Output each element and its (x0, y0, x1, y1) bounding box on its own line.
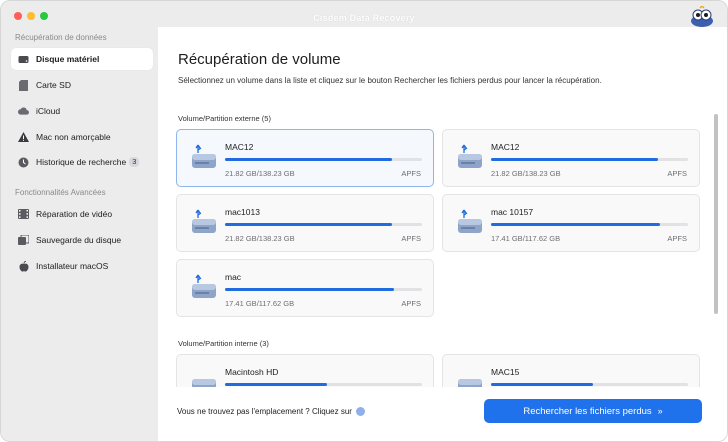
volume-name: MAC15 (491, 367, 520, 377)
history-count-badge: 3 (129, 157, 140, 167)
sidebar-item-label: Disque matériel (36, 54, 100, 64)
sidebar-item-label: iCloud (36, 106, 61, 116)
usage-bar-fill (225, 288, 395, 291)
sidebar-item-label: Sauvegarde du disque (36, 235, 122, 245)
volume-filesystem: APFS (401, 299, 421, 308)
sidebar-item-label: Réparation de vidéo (36, 209, 113, 219)
app-window: Cisdem Data Recovery Récupération de don… (0, 0, 728, 442)
hard-drive-icon (18, 54, 29, 65)
volume-card-mac[interactable]: mac 17.41 GB/117.62 GB APFS (176, 259, 434, 317)
volume-card-mac12-1[interactable]: MAC12 21.82 GB/138.23 GB APFS (176, 129, 434, 187)
usage-bar (225, 223, 422, 226)
sidebar-item-historique[interactable]: Historique de recherche 3 (11, 151, 153, 173)
page-subtitle: Sélectionnez un volume dans la liste et … (178, 76, 602, 85)
volume-name: mac (225, 272, 242, 282)
volume-size: 21.82 GB/138.23 GB (225, 234, 295, 243)
usage-bar-fill (225, 158, 393, 161)
app-logo-icon (691, 6, 713, 27)
page-title: Récupération de volume (178, 51, 341, 68)
volume-name: MAC12 (491, 142, 520, 152)
sidebar: Récupération de données Disque matériel … (1, 27, 158, 441)
sidebar-item-label: Mac non amorçable (36, 132, 111, 142)
cloud-icon (18, 106, 29, 117)
external-volumes-label: Volume/Partition externe (5) (178, 114, 271, 123)
volume-name: mac 10157 (491, 207, 534, 217)
location-hint-text: Vous ne trouvez pas l'emplacement ? Cliq… (177, 407, 352, 416)
volume-size: 21.82 GB/138.23 GB (225, 169, 295, 178)
usage-bar (225, 158, 422, 161)
external-drive-icon (458, 209, 482, 233)
usage-bar-fill (225, 223, 393, 226)
sidebar-item-label: Historique de recherche (36, 157, 127, 167)
volume-card-mac12-2[interactable]: MAC12 21.82 GB/138.23 GB APFS (442, 129, 700, 187)
sidebar-item-reparation-video[interactable]: Réparation de vidéo (11, 203, 153, 225)
warning-icon (18, 132, 29, 143)
film-icon (18, 209, 29, 220)
app-title: Cisdem Data Recovery (313, 13, 415, 23)
volume-filesystem: APFS (667, 234, 687, 243)
volume-card-mac1013[interactable]: mac1013 21.82 GB/138.23 GB APFS (176, 194, 434, 252)
sidebar-item-carte-sd[interactable]: Carte SD (11, 74, 153, 96)
volume-size: 17.41 GB/117.62 GB (491, 234, 561, 243)
backup-icon (18, 235, 29, 246)
apple-icon (18, 260, 29, 272)
sidebar-item-installateur-macos[interactable]: Installateur macOS (11, 255, 153, 277)
usage-bar-fill (491, 158, 659, 161)
bottom-bar: Vous ne trouvez pas l'emplacement ? Cliq… (158, 387, 727, 441)
external-drive-icon (192, 274, 216, 298)
internal-volumes-label: Volume/Partition interne (3) (178, 339, 269, 348)
usage-bar (491, 158, 688, 161)
volume-filesystem: APFS (667, 169, 687, 178)
sidebar-section-advanced: Fonctionnalités Avancées (15, 188, 106, 197)
external-drive-icon (192, 209, 216, 233)
scan-button-label: Rechercher les fichiers perdus (523, 405, 652, 417)
help-link-icon[interactable] (355, 407, 365, 416)
sidebar-item-icloud[interactable]: iCloud (11, 100, 153, 122)
usage-bar-fill (225, 383, 328, 386)
usage-bar-fill (491, 223, 661, 226)
sidebar-section-recovery: Récupération de données (15, 33, 107, 42)
usage-bar (225, 383, 422, 386)
volume-name: MAC12 (225, 142, 254, 152)
sidebar-item-label: Carte SD (36, 80, 71, 90)
sidebar-item-sauvegarde-disque[interactable]: Sauvegarde du disque (11, 229, 153, 251)
volume-card-mac10157[interactable]: mac 10157 17.41 GB/117.62 GB APFS (442, 194, 700, 252)
external-drive-icon (192, 144, 216, 168)
main-content: Récupération de volume Sélectionnez un v… (158, 27, 727, 441)
sidebar-item-disque-materiel[interactable]: Disque matériel (11, 48, 153, 70)
external-drive-icon (458, 144, 482, 168)
sd-card-icon (18, 79, 29, 91)
double-chevron-right-icon: » (657, 406, 663, 416)
main-scrollbar[interactable] (714, 114, 718, 314)
sidebar-item-mac-non-amorcable[interactable]: Mac non amorçable (11, 126, 153, 148)
usage-bar (491, 223, 688, 226)
sidebar-item-label: Installateur macOS (36, 261, 109, 271)
volume-size: 17.41 GB/117.62 GB (225, 299, 295, 308)
volume-filesystem: APFS (401, 234, 421, 243)
usage-bar (225, 288, 422, 291)
usage-bar (491, 383, 688, 386)
location-hint: Vous ne trouvez pas l'emplacement ? Cliq… (177, 407, 365, 416)
volume-filesystem: APFS (401, 169, 421, 178)
volume-name: mac1013 (225, 207, 260, 217)
history-icon (18, 157, 29, 168)
volume-size: 21.82 GB/138.23 GB (491, 169, 561, 178)
usage-bar-fill (491, 383, 594, 386)
volume-name: Macintosh HD (225, 367, 279, 377)
scan-lost-files-button[interactable]: Rechercher les fichiers perdus » (484, 399, 702, 423)
